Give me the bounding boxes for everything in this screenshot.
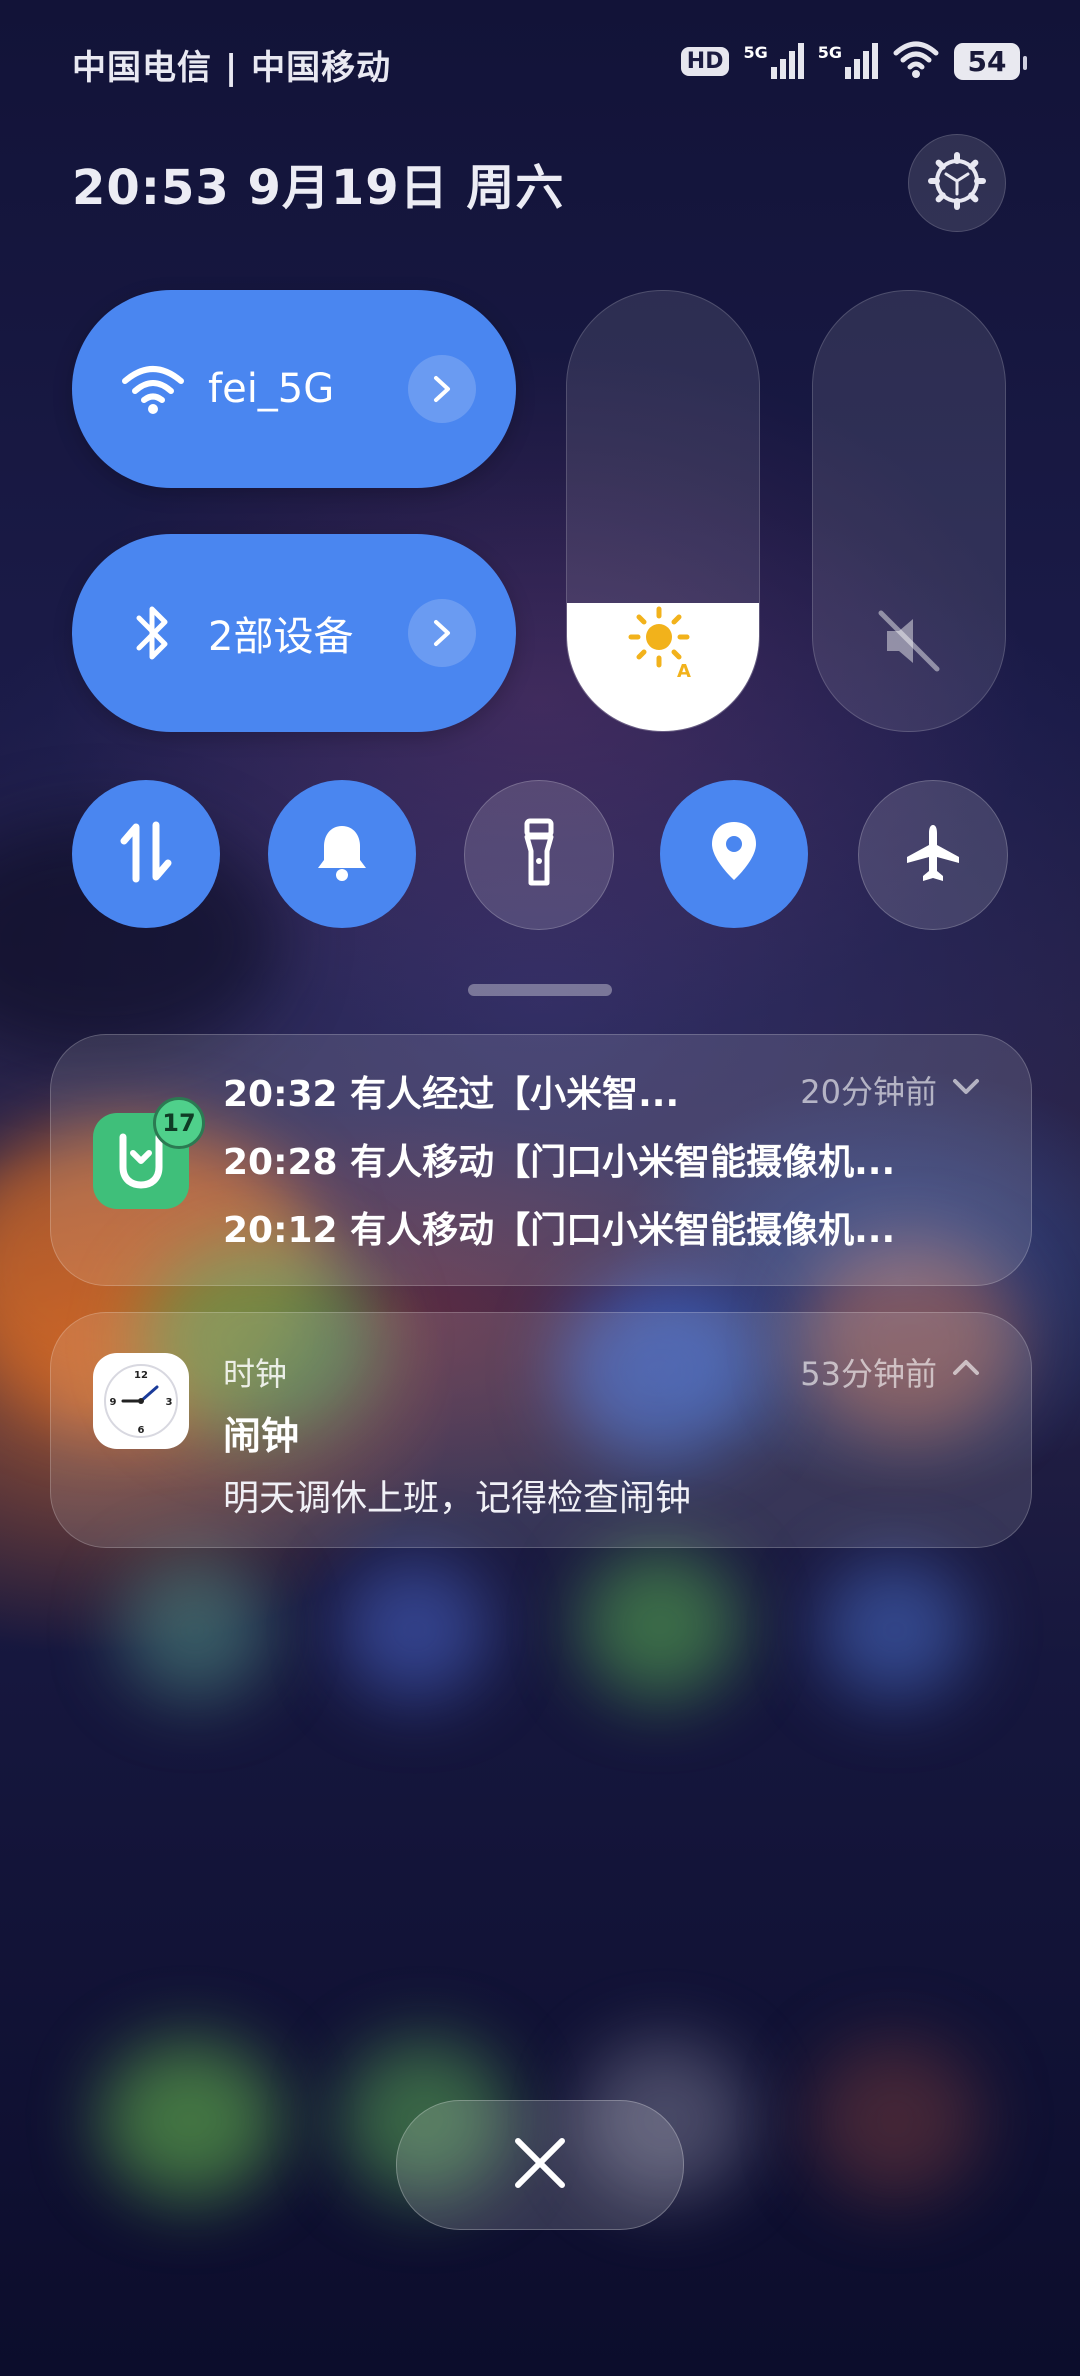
- clock-app-icon: 12 3 6 9: [93, 1353, 189, 1449]
- notification-mijia[interactable]: 17 20:32 有人经过【小米智... 20:28 有人移动【门口小米智能摄像…: [50, 1034, 1032, 1286]
- notification-count-badge: 17: [153, 1097, 205, 1149]
- volume-slider[interactable]: [812, 290, 1006, 732]
- data-arrows-icon: [116, 817, 176, 891]
- mute-icon: [871, 603, 947, 683]
- wifi-label: fei_5G: [208, 366, 335, 412]
- bluetooth-icon: [118, 600, 188, 666]
- notification-title: 闹钟: [223, 1414, 300, 1458]
- svg-text:12: 12: [134, 1370, 148, 1381]
- notification-clock[interactable]: 12 3 6 9 时钟 53分钟前 闹钟 明天调休上班，记得检查闹钟: [50, 1312, 1032, 1548]
- bell-toggle[interactable]: [268, 780, 416, 928]
- bluetooth-label: 2部设备: [208, 614, 354, 660]
- notification-line-2: 20:28 有人移动【门口小米智能摄像机...: [223, 1142, 896, 1183]
- flashlight-icon: [519, 817, 559, 893]
- svg-text:A: A: [677, 661, 691, 679]
- hd-badge: HD: [680, 46, 730, 76]
- svg-text:6: 6: [138, 1425, 145, 1436]
- brightness-auto-icon: A: [625, 603, 701, 683]
- bluetooth-tile[interactable]: 2部设备: [72, 534, 516, 732]
- settings-button[interactable]: [908, 134, 1006, 232]
- notification-app-name: 时钟: [223, 1355, 288, 1393]
- wifi-tile[interactable]: fei_5G: [72, 290, 516, 488]
- drag-handle[interactable]: [468, 984, 612, 996]
- svg-text:3: 3: [166, 1397, 173, 1408]
- wifi-expand-button[interactable]: [408, 355, 476, 423]
- date-time: 20:53 9月19日 周六: [72, 160, 565, 216]
- wifi-status-icon: [892, 39, 940, 83]
- wifi-icon: [118, 363, 188, 415]
- signal-icon-2: 5G: [818, 43, 878, 79]
- svg-text:9: 9: [110, 1397, 117, 1408]
- close-button[interactable]: [396, 2100, 684, 2230]
- status-icons: HD 5G 5G 54: [680, 36, 1027, 86]
- airplane-toggle[interactable]: [858, 780, 1008, 930]
- notification-time: 53分钟前: [800, 1355, 937, 1393]
- notification-line-3: 20:12 有人移动【门口小米智能摄像机...: [223, 1210, 896, 1251]
- carrier-label: 中国电信 | 中国移动: [72, 48, 392, 88]
- notification-time: 20分钟前: [800, 1073, 937, 1111]
- flashlight-toggle[interactable]: [464, 780, 614, 930]
- notification-body: 明天调休上班，记得检查闹钟: [223, 1478, 692, 1519]
- mobile-data-toggle[interactable]: [72, 780, 220, 928]
- bell-icon: [312, 820, 372, 888]
- brightness-slider[interactable]: A: [566, 290, 760, 732]
- battery-indicator: 54: [954, 42, 1027, 80]
- chevron-down-icon[interactable]: [951, 1077, 981, 1101]
- location-icon: [706, 818, 762, 890]
- close-icon: [512, 2135, 568, 2195]
- gear-icon: [928, 152, 986, 214]
- bluetooth-expand-button[interactable]: [408, 599, 476, 667]
- chevron-up-icon[interactable]: [951, 1357, 981, 1381]
- location-toggle[interactable]: [660, 780, 808, 928]
- airplane-icon: [901, 821, 965, 889]
- signal-icon: 5G: [743, 43, 804, 79]
- notification-line-1: 20:32 有人经过【小米智...: [223, 1074, 680, 1115]
